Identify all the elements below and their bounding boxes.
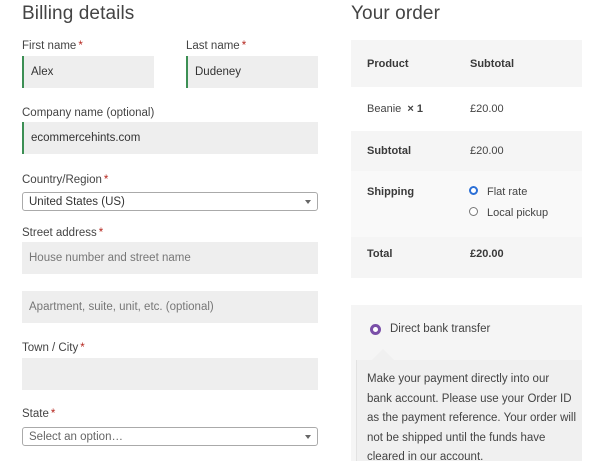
street-address-input[interactable]: House number and street name [22, 242, 318, 274]
order-header-subtotal: Subtotal [470, 58, 514, 70]
shipping-label: Shipping [367, 186, 415, 198]
subtotal-label: Subtotal [367, 145, 411, 157]
chevron-down-icon [305, 435, 311, 439]
shipping-flat-rate-radio[interactable] [469, 186, 478, 195]
street-address-label: Street address * [22, 227, 104, 239]
total-value: £20.00 [470, 248, 504, 260]
street-address-line2-input[interactable]: Apartment, suite, unit, etc. (optional) [22, 291, 318, 323]
shipping-local-pickup-radio[interactable] [469, 207, 478, 216]
order-title: Your order [351, 3, 441, 24]
shipping-local-pickup-label[interactable]: Local pickup [487, 207, 548, 219]
payment-description-text: Make your payment directly into our bank… [367, 373, 577, 461]
first-name-input[interactable]: Alex [22, 56, 154, 88]
state-select[interactable]: Select an option… [22, 427, 318, 446]
order-item-name: Beanie × 1 [367, 103, 423, 115]
first-name-label: First name * [22, 40, 83, 52]
country-label: Country/Region * [22, 174, 109, 186]
payment-bank-transfer-label[interactable]: Direct bank transfer [390, 323, 490, 335]
shipping-row [351, 171, 582, 237]
required-marker: * [80, 342, 85, 354]
required-marker: * [78, 40, 83, 52]
last-name-label: Last name * [186, 40, 247, 52]
required-marker: * [50, 408, 56, 420]
city-input[interactable] [22, 358, 318, 390]
order-item-price: £20.00 [470, 103, 504, 115]
payment-bank-transfer-radio[interactable] [370, 324, 381, 335]
company-label: Company name (optional) [22, 107, 155, 119]
required-marker: * [103, 174, 109, 186]
shipping-flat-rate-label[interactable]: Flat rate [487, 186, 527, 198]
required-marker: * [241, 40, 247, 52]
subtotal-value: £20.00 [470, 145, 504, 157]
order-header-product: Product [367, 58, 409, 70]
required-marker: * [98, 227, 104, 239]
city-label: Town / City * [22, 342, 85, 354]
state-label: State * [22, 408, 56, 420]
company-input[interactable]: ecommercehints.com [22, 122, 318, 154]
billing-title: Billing details [22, 3, 135, 24]
chevron-down-icon [305, 200, 311, 204]
last-name-input[interactable]: Dudeney [186, 56, 318, 88]
payment-description-arrow [372, 349, 394, 360]
total-label: Total [367, 248, 393, 260]
country-select[interactable]: United States (US) [22, 192, 318, 211]
